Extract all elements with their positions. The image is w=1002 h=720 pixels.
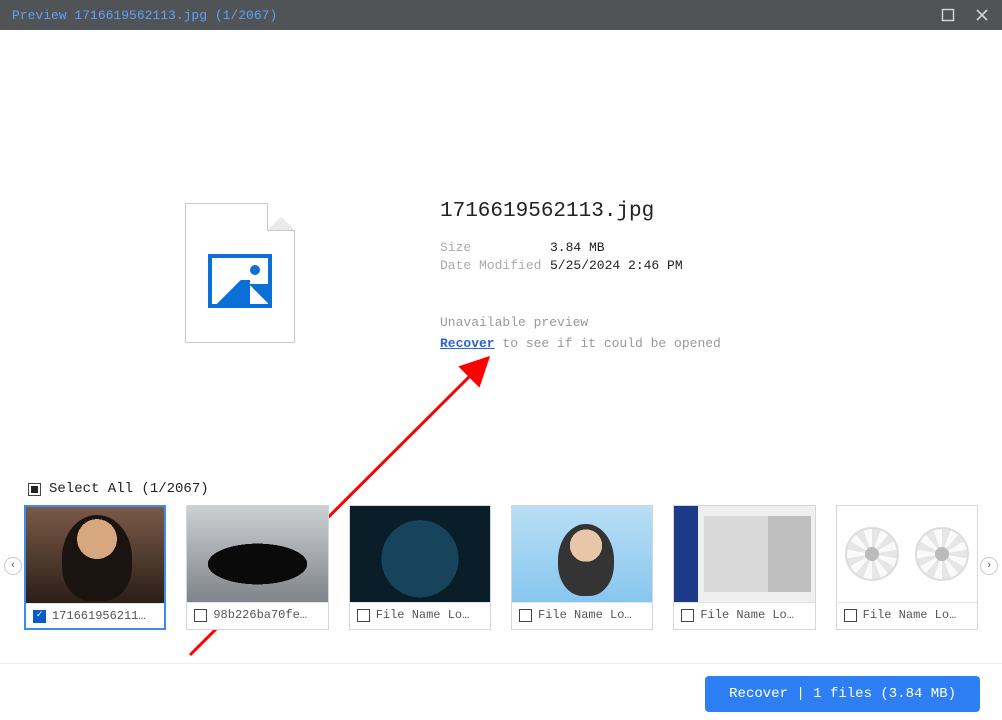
thumb-nav-next[interactable]: › bbox=[980, 557, 998, 575]
file-type-icon bbox=[185, 203, 295, 343]
window-title: Preview 1716619562113.jpg (1/2067) bbox=[12, 8, 277, 23]
thumbnail-image bbox=[187, 506, 327, 602]
thumbnail-image bbox=[837, 506, 977, 602]
thumbnail-image bbox=[674, 506, 814, 602]
recover-hint-rest: to see if it could be opened bbox=[495, 336, 721, 351]
select-all-checkbox[interactable] bbox=[28, 483, 41, 496]
thumbnail-label: 171661956211… bbox=[52, 609, 146, 623]
thumbnail-checkbox[interactable] bbox=[33, 610, 46, 623]
thumbnail-label: File Name Lo… bbox=[538, 608, 632, 622]
footer: Recover | 1 files (3.84 MB) bbox=[0, 663, 1002, 712]
preview-filename: 1716619562113.jpg bbox=[440, 200, 962, 223]
preview-area: 1716619562113.jpg Size 3.84 MB Date Modi… bbox=[0, 30, 1002, 475]
maximize-icon[interactable] bbox=[940, 7, 956, 23]
date-label: Date Modified bbox=[440, 257, 550, 275]
close-icon[interactable] bbox=[974, 7, 990, 23]
thumbnail-label: File Name Lo… bbox=[700, 608, 794, 622]
recover-button[interactable]: Recover | 1 files (3.84 MB) bbox=[705, 676, 980, 712]
thumbnail-label: 98b226ba70fe… bbox=[213, 608, 307, 622]
thumbnail-item[interactable]: File Name Lo… bbox=[673, 505, 815, 630]
recover-hint-line: Recover to see if it could be opened bbox=[440, 336, 962, 351]
date-value: 5/25/2024 2:46 PM bbox=[550, 257, 683, 275]
window-controls bbox=[940, 7, 990, 23]
titlebar: Preview 1716619562113.jpg (1/2067) bbox=[0, 0, 1002, 30]
thumbnail-checkbox[interactable] bbox=[844, 609, 857, 622]
thumbnail-checkbox[interactable] bbox=[519, 609, 532, 622]
unavailable-preview-text: Unavailable preview bbox=[440, 315, 962, 330]
thumbnail-strip: ‹ › 171661956211… 98b226ba70fe… File Nam… bbox=[0, 501, 1002, 630]
thumbnail-image bbox=[26, 507, 164, 603]
thumbnail-checkbox[interactable] bbox=[681, 609, 694, 622]
thumbnail-item[interactable]: 98b226ba70fe… bbox=[186, 505, 328, 630]
thumbnail-item[interactable]: 171661956211… bbox=[24, 505, 166, 630]
thumbnail-item[interactable]: File Name Lo… bbox=[511, 505, 653, 630]
thumbnail-image bbox=[512, 506, 652, 602]
file-icon-box bbox=[40, 70, 440, 475]
size-label: Size bbox=[440, 239, 550, 257]
thumbnail-checkbox[interactable] bbox=[357, 609, 370, 622]
thumbnail-label: File Name Lo… bbox=[863, 608, 957, 622]
select-all-bar: Select All (1/2067) bbox=[0, 475, 1002, 501]
thumbnail-image bbox=[350, 506, 490, 602]
thumbnail-item[interactable]: File Name Lo… bbox=[836, 505, 978, 630]
file-info: 1716619562113.jpg Size 3.84 MB Date Modi… bbox=[440, 70, 962, 475]
select-all-label: Select All (1/2067) bbox=[49, 481, 209, 497]
size-value: 3.84 MB bbox=[550, 239, 605, 257]
recover-link[interactable]: Recover bbox=[440, 336, 495, 351]
thumbnail-label: File Name Lo… bbox=[376, 608, 470, 622]
thumb-nav-prev[interactable]: ‹ bbox=[4, 557, 22, 575]
thumbnail-item[interactable]: File Name Lo… bbox=[349, 505, 491, 630]
thumbnail-checkbox[interactable] bbox=[194, 609, 207, 622]
